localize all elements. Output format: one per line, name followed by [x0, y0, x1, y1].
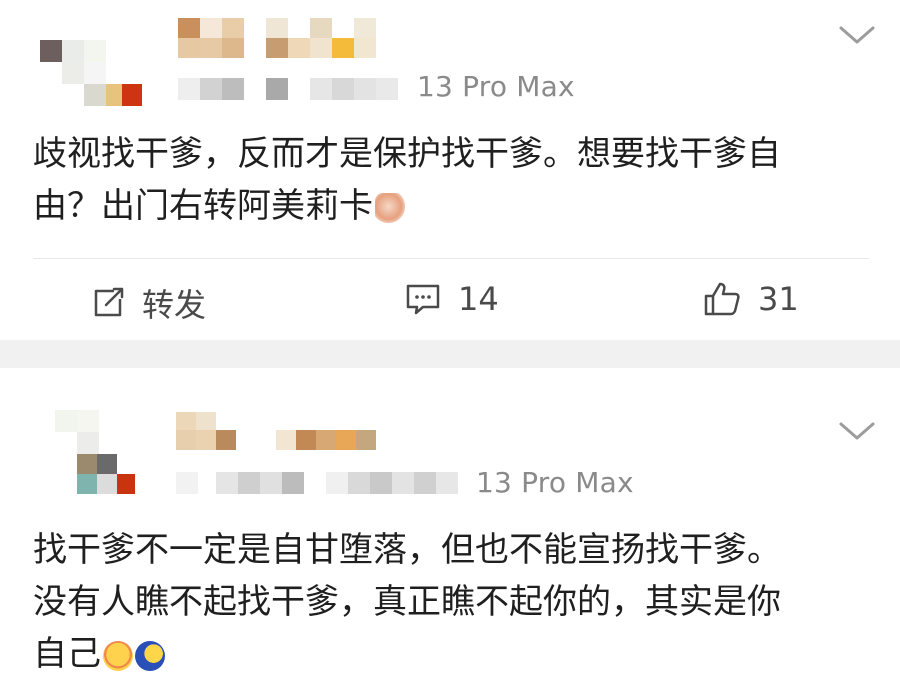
comment-count: 14: [458, 280, 499, 318]
like-button[interactable]: 31: [702, 280, 799, 318]
hug-emoji-icon: [103, 640, 133, 671]
content-line: 歧视找干爹，反而才是保护找干爹。想要找干爹自: [33, 134, 781, 174]
content-line: 自己: [33, 628, 781, 680]
timestamp-redacted: [176, 472, 476, 496]
moon-emoji-icon: [135, 640, 165, 671]
post-card: 13 Pro Max 歧视找干爹，反而才是保护找干爹。想要找干爹自 由？出门右转…: [0, 0, 900, 340]
content-text: 自己: [33, 634, 101, 674]
chevron-down-icon[interactable]: [835, 416, 879, 444]
content-line: 由？出门右转阿美莉卡: [33, 180, 781, 232]
content-text: 由？出门右转阿美莉卡: [33, 186, 373, 226]
post-card: 13 Pro Max 找干爹不一定是自甘堕落，但也不能宣扬找干爹。 没有人瞧不起…: [0, 368, 900, 683]
device-label: 13 Pro Max: [476, 466, 634, 499]
content-line: 找干爹不一定是自甘堕落，但也不能宣扬找干爹。: [33, 530, 781, 570]
avatar[interactable]: [35, 406, 145, 496]
avatar[interactable]: [30, 18, 142, 108]
repost-label: 转发: [142, 286, 207, 324]
comment-icon: [406, 284, 440, 315]
post-separator: [0, 340, 900, 368]
post-content: 找干爹不一定是自甘堕落，但也不能宣扬找干爹。 没有人瞧不起找干爹，真正瞧不起你的…: [33, 524, 781, 680]
divider: [33, 258, 869, 259]
timestamp-redacted: [178, 78, 418, 102]
repost-button[interactable]: 转发: [90, 280, 206, 326]
hands-emoji-icon: [375, 192, 405, 223]
comment-button[interactable]: 14: [404, 280, 499, 318]
device-label: 13 Pro Max: [417, 70, 575, 103]
content-line: 没有人瞧不起找干爹，真正瞧不起你的，其实是你: [33, 582, 781, 622]
share-icon: [94, 287, 124, 317]
username-redacted[interactable]: [178, 18, 380, 58]
thumbs-up-icon: [704, 282, 740, 316]
username-redacted[interactable]: [176, 412, 378, 452]
post-content: 歧视找干爹，反而才是保护找干爹。想要找干爹自 由？出门右转阿美莉卡: [33, 128, 781, 232]
chevron-down-icon[interactable]: [835, 20, 879, 48]
like-count: 31: [758, 280, 799, 318]
